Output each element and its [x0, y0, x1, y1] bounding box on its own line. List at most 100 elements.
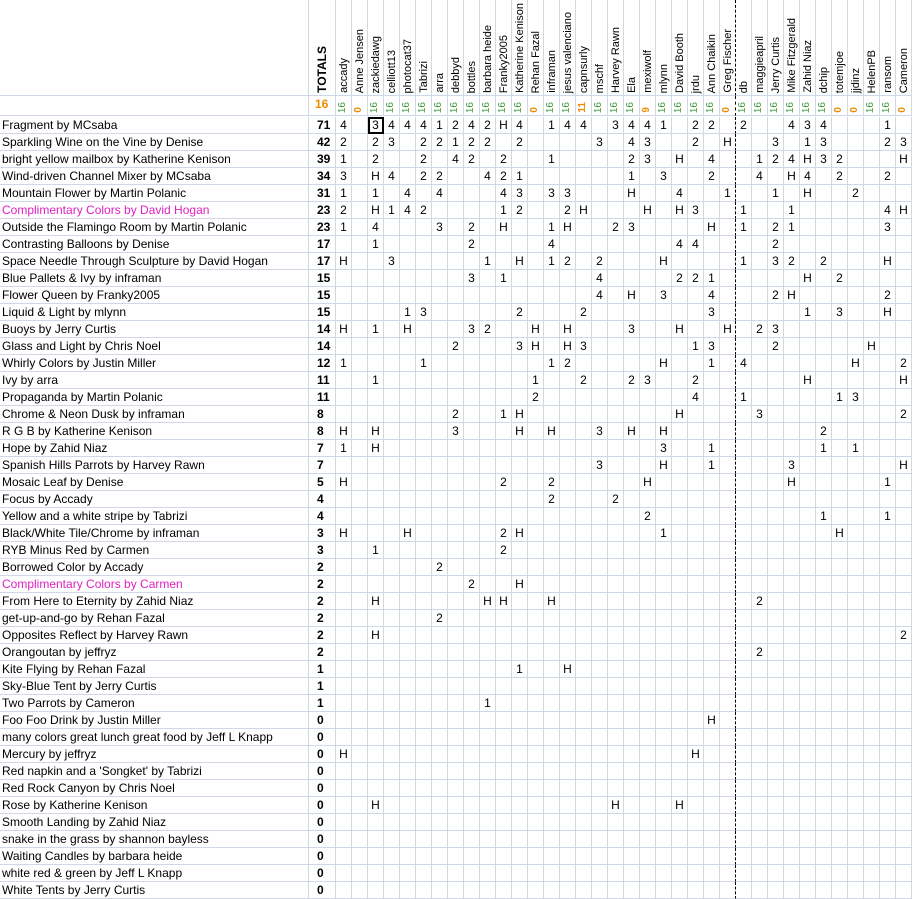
score-cell[interactable]: 2	[832, 270, 848, 287]
score-cell[interactable]	[816, 168, 832, 185]
score-cell[interactable]: 2	[688, 270, 704, 287]
score-cell[interactable]	[608, 168, 624, 185]
score-cell[interactable]	[800, 355, 816, 372]
score-cell[interactable]: 1	[784, 219, 800, 236]
score-cell[interactable]	[736, 644, 752, 661]
score-cell[interactable]	[560, 287, 576, 304]
score-cell[interactable]	[336, 491, 352, 508]
score-cell[interactable]	[832, 814, 848, 831]
score-cell[interactable]	[864, 304, 880, 321]
score-cell[interactable]	[848, 797, 864, 814]
column-header-voter[interactable]: Franky2005	[496, 0, 512, 96]
score-cell[interactable]	[576, 746, 592, 763]
score-cell[interactable]: 1	[480, 253, 496, 270]
score-cell[interactable]	[640, 644, 656, 661]
score-cell[interactable]	[848, 219, 864, 236]
score-cell[interactable]: 3	[704, 338, 720, 355]
score-cell[interactable]	[896, 168, 912, 185]
score-cell[interactable]	[544, 644, 560, 661]
score-cell[interactable]	[624, 746, 640, 763]
score-cell[interactable]	[784, 542, 800, 559]
score-cell[interactable]	[768, 831, 784, 848]
score-cell[interactable]	[896, 542, 912, 559]
score-cell[interactable]: 4	[400, 185, 416, 202]
score-cell[interactable]	[496, 627, 512, 644]
score-cell[interactable]	[672, 593, 688, 610]
score-cell[interactable]	[544, 865, 560, 882]
score-cell[interactable]	[736, 304, 752, 321]
score-cell[interactable]	[608, 406, 624, 423]
score-cell[interactable]	[784, 627, 800, 644]
score-cell[interactable]	[752, 763, 768, 780]
score-cell[interactable]	[832, 559, 848, 576]
score-cell[interactable]	[480, 678, 496, 695]
score-cell[interactable]	[544, 338, 560, 355]
score-cell[interactable]: 2	[464, 576, 480, 593]
score-cell[interactable]	[416, 797, 432, 814]
score-cell[interactable]: H	[656, 423, 672, 440]
score-cell[interactable]	[624, 270, 640, 287]
score-cell[interactable]	[336, 406, 352, 423]
score-cell[interactable]: H	[880, 253, 896, 270]
score-cell[interactable]	[768, 542, 784, 559]
score-cell[interactable]	[880, 406, 896, 423]
score-cell[interactable]	[352, 780, 368, 797]
score-cell[interactable]: H	[336, 253, 352, 270]
score-cell[interactable]	[432, 780, 448, 797]
score-cell[interactable]: 2	[336, 202, 352, 219]
score-cell[interactable]	[704, 423, 720, 440]
column-header-voter[interactable]: jjdinz	[848, 0, 864, 96]
score-cell[interactable]: 2	[432, 610, 448, 627]
score-cell[interactable]	[560, 168, 576, 185]
score-cell[interactable]	[832, 763, 848, 780]
score-cell[interactable]	[496, 134, 512, 151]
score-cell[interactable]	[736, 185, 752, 202]
score-cell[interactable]	[784, 746, 800, 763]
photo-title-cell[interactable]: Kite Flying by Rehan Fazal	[0, 661, 309, 678]
score-cell[interactable]	[368, 678, 384, 695]
score-cell[interactable]	[336, 542, 352, 559]
score-cell[interactable]	[688, 525, 704, 542]
score-cell[interactable]	[672, 304, 688, 321]
score-cell[interactable]	[768, 576, 784, 593]
score-cell[interactable]	[528, 202, 544, 219]
score-cell[interactable]	[496, 253, 512, 270]
score-cell[interactable]: H	[560, 321, 576, 338]
score-cell[interactable]	[896, 763, 912, 780]
score-cell[interactable]	[832, 134, 848, 151]
score-cell[interactable]	[880, 865, 896, 882]
score-cell[interactable]	[704, 814, 720, 831]
score-cell[interactable]	[864, 865, 880, 882]
score-cell[interactable]: 1	[416, 355, 432, 372]
score-cell[interactable]	[720, 304, 736, 321]
score-cell[interactable]	[784, 712, 800, 729]
score-cell[interactable]	[656, 559, 672, 576]
score-cell[interactable]	[736, 814, 752, 831]
score-cell[interactable]	[624, 780, 640, 797]
score-cell[interactable]	[816, 389, 832, 406]
score-cell[interactable]: 2	[448, 406, 464, 423]
score-cell[interactable]	[496, 491, 512, 508]
column-header-voter[interactable]: Zahid Niaz	[800, 0, 816, 96]
score-cell[interactable]	[800, 729, 816, 746]
photo-title-cell[interactable]: Whirly Colors by Justin Miller	[0, 355, 309, 372]
score-cell[interactable]	[656, 491, 672, 508]
score-cell[interactable]	[608, 151, 624, 168]
score-cell[interactable]	[624, 831, 640, 848]
photo-title-cell[interactable]: Liquid & Light by mlynn	[0, 304, 309, 321]
score-cell[interactable]	[336, 457, 352, 474]
score-cell[interactable]	[352, 746, 368, 763]
score-cell[interactable]	[544, 406, 560, 423]
score-cell[interactable]	[832, 610, 848, 627]
score-cell[interactable]	[656, 593, 672, 610]
score-cell[interactable]: H	[496, 219, 512, 236]
score-cell[interactable]: H	[672, 151, 688, 168]
score-cell[interactable]	[592, 219, 608, 236]
score-cell[interactable]	[832, 712, 848, 729]
score-cell[interactable]	[544, 287, 560, 304]
score-cell[interactable]	[864, 508, 880, 525]
score-cell[interactable]	[576, 763, 592, 780]
score-cell[interactable]	[816, 202, 832, 219]
score-cell[interactable]	[512, 627, 528, 644]
score-cell[interactable]	[576, 610, 592, 627]
